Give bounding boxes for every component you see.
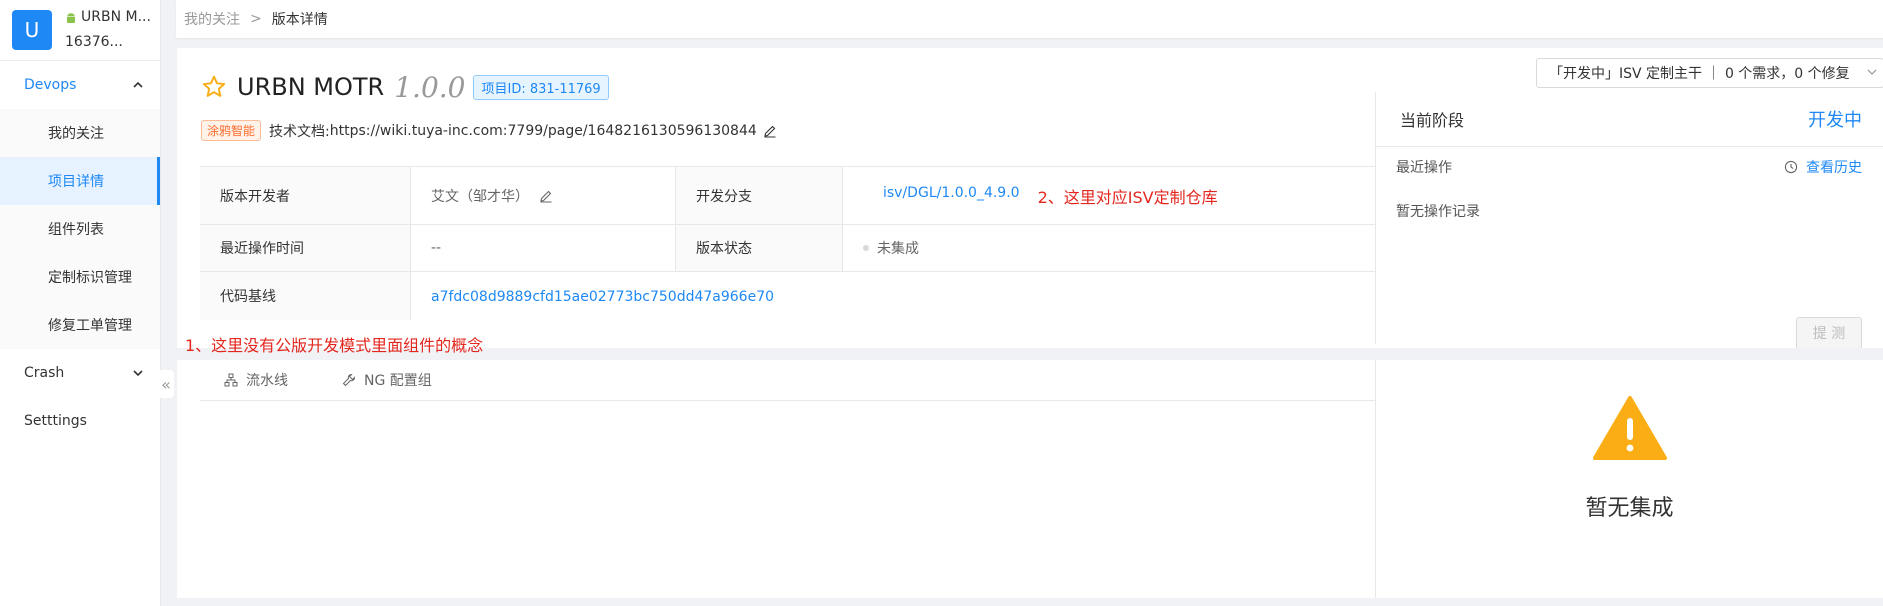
submit-test-button[interactable]: 提 测 — [1796, 317, 1862, 349]
edit-icon[interactable] — [539, 189, 553, 203]
details-grid: 版本开发者 艾文（邹才华） 开发分支 isv/DGL/1.0.0_4.9.0 2… — [200, 166, 1375, 320]
developer-label: 版本开发者 — [200, 167, 411, 224]
sidebar-item-label: 定制标识管理 — [48, 270, 132, 286]
menu-crash-label: Crash — [24, 365, 65, 381]
status-cell: 未集成 — [843, 225, 1375, 271]
stage-panel: 当前阶段 开发中 最近操作 查看历史 暂无操作记录 提 测 — [1375, 92, 1883, 349]
empty-integration: 暂无集成 — [1376, 360, 1883, 598]
warning-icon — [1592, 396, 1667, 460]
breadcrumb-parent[interactable]: 我的关注 — [184, 9, 240, 29]
stage-header: 当前阶段 开发中 — [1376, 92, 1883, 147]
breadcrumb: 我的关注 > 版本详情 — [176, 0, 1883, 38]
sidebar-item-label: 项目详情 — [48, 174, 104, 190]
sidebar-item-project-detail[interactable]: 项目详情 — [0, 157, 160, 205]
sidebar-item-label: 组件列表 — [48, 222, 104, 238]
sidebar-item-my-follow[interactable]: 我的关注 — [0, 109, 160, 157]
project-name: URBN MOTR — [237, 73, 385, 101]
recent-ops-row: 最近操作 查看历史 — [1376, 147, 1883, 177]
baseline-link[interactable]: a7fdc08d9889cfd15ae02773bc750dd47a966e70 — [431, 289, 774, 305]
tab-ng-config-label: NG 配置组 — [364, 373, 432, 389]
breadcrumb-current: 版本详情 — [271, 12, 328, 28]
annotation-no-components: 1、这里没有公版开发模式里面组件的概念 — [185, 336, 484, 355]
title-row: URBN MOTR 1.0.0 项目ID: 831-11769 — [201, 62, 609, 112]
clock-icon — [1784, 160, 1798, 174]
app-name-row: URBN M... — [65, 5, 151, 30]
star-icon[interactable] — [201, 74, 227, 100]
sidebar-item-fix-tickets[interactable]: 修复工单管理 — [0, 301, 160, 349]
developer-cell: 艾文（邹才华） — [411, 167, 676, 224]
branch-select[interactable]: 「开发中」ISV 定制主干 ｜ 0 个需求，0 个修复 — [1536, 58, 1883, 88]
baseline-label: 代码基线 — [200, 272, 411, 320]
sidebar-item-components[interactable]: 组件列表 — [0, 205, 160, 253]
status-value: 未集成 — [877, 241, 919, 257]
empty-text: 暂无集成 — [1585, 496, 1674, 521]
app-id: 16376... — [65, 34, 123, 50]
section-divider: 1、这里没有公版开发模式里面组件的概念 — [177, 336, 1883, 360]
tab-ng-config[interactable]: NG 配置组 — [342, 370, 432, 390]
project-version: 1.0.0 — [394, 70, 466, 104]
sidebar-item-label: 修复工单管理 — [48, 318, 132, 334]
wrench-icon — [342, 374, 355, 387]
pipeline-icon — [224, 373, 238, 387]
edit-icon[interactable] — [763, 124, 777, 138]
app-name: URBN M... — [81, 9, 151, 25]
android-icon — [67, 12, 75, 23]
sidebar: U URBN M... 16376... Devops 我的关注 项目详情 组件… — [0, 0, 161, 606]
chevron-down-icon — [1867, 69, 1877, 75]
chevron-down-icon — [133, 370, 143, 377]
app-header[interactable]: U URBN M... 16376... — [0, 0, 160, 61]
view-history-label: 查看历史 — [1806, 160, 1862, 176]
version-detail-card: URBN MOTR 1.0.0 项目ID: 831-11769 「开发中」ISV… — [177, 48, 1883, 598]
sidebar-item-custom-tags[interactable]: 定制标识管理 — [0, 253, 160, 301]
breadcrumb-separator: > — [250, 11, 262, 27]
branch-select-value: 「开发中」ISV 定制主干 ｜ 0 个需求，0 个修复 — [1549, 66, 1850, 82]
status-label: 版本状态 — [676, 225, 843, 271]
stage-title: 当前阶段 — [1400, 111, 1465, 130]
menu-devops[interactable]: Devops — [0, 61, 160, 109]
last-op-value: -- — [411, 225, 676, 271]
recent-ops-label: 最近操作 — [1396, 160, 1452, 176]
status-dot — [863, 245, 869, 251]
stage-value: 开发中 — [1808, 110, 1862, 131]
view-history-link[interactable]: 查看历史 — [1784, 157, 1862, 177]
details-row: 最近操作时间 -- 版本状态 未集成 — [200, 225, 1375, 272]
menu-settings[interactable]: Setttings — [0, 397, 160, 445]
tab-pipeline-label: 流水线 — [246, 373, 288, 389]
sidebar-collapse-icon[interactable]: « — [158, 370, 174, 398]
branch-label: 开发分支 — [676, 167, 843, 224]
bottom-tabs: 流水线 NG 配置组 — [200, 360, 1375, 401]
sidebar-item-label: 我的关注 — [48, 126, 104, 142]
brand-tag: 涂鸦智能 — [201, 120, 262, 141]
chevron-up-icon — [133, 81, 143, 88]
devops-submenu: 我的关注 项目详情 组件列表 定制标识管理 修复工单管理 — [0, 109, 160, 349]
last-op-label: 最近操作时间 — [200, 225, 411, 271]
details-row: 代码基线 a7fdc08d9889cfd15ae02773bc750dd47a9… — [200, 272, 1375, 320]
project-id-badge: 项目ID: 831-11769 — [473, 74, 609, 100]
menu-settings-label: Setttings — [24, 413, 87, 429]
app-avatar: U — [12, 10, 52, 50]
menu-devops-label: Devops — [24, 77, 77, 93]
baseline-cell: a7fdc08d9889cfd15ae02773bc750dd47a966e70 — [411, 272, 1375, 320]
app-meta: URBN M... 16376... — [65, 5, 151, 55]
annotation-isv-repo: 2、这里对应ISV定制仓库 — [1037, 187, 1218, 207]
doc-url[interactable]: https://wiki.tuya-inc.com:7799/page/1648… — [330, 123, 757, 139]
no-ops-text: 暂无操作记录 — [1396, 204, 1480, 220]
branch-link[interactable]: isv/DGL/1.0.0_4.9.0 — [883, 185, 1020, 201]
doc-label: 技术文档: — [269, 123, 330, 140]
doc-row: 涂鸦智能 技术文档: https://wiki.tuya-inc.com:779… — [201, 120, 777, 141]
menu-crash[interactable]: Crash — [0, 349, 160, 397]
tab-pipeline[interactable]: 流水线 — [224, 370, 288, 390]
details-row: 版本开发者 艾文（邹才华） 开发分支 isv/DGL/1.0.0_4.9.0 2… — [200, 167, 1375, 225]
developer-value: 艾文（邹才华） — [431, 188, 529, 205]
branch-cell: isv/DGL/1.0.0_4.9.0 2、这里对应ISV定制仓库 — [843, 167, 1375, 224]
